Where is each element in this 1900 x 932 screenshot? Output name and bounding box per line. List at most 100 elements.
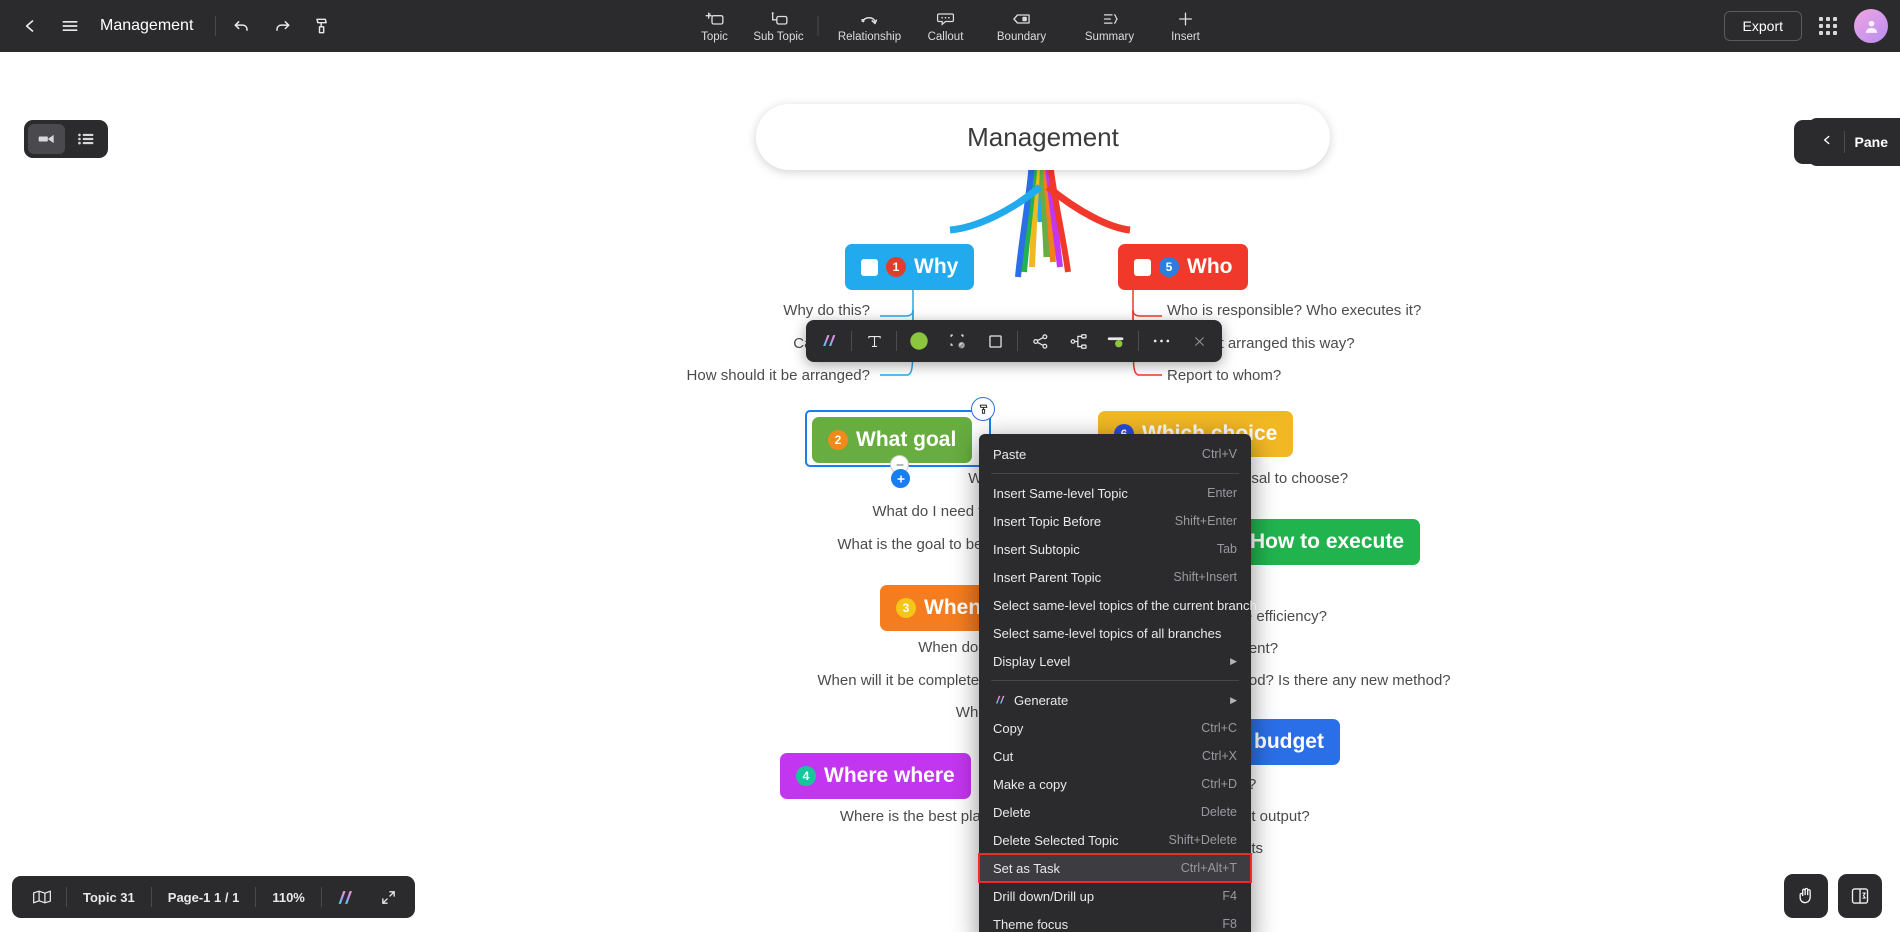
branch-node-label: Why [914,255,959,278]
checkbox[interactable] [1134,258,1151,276]
checkbox[interactable] [861,258,878,276]
tool-sub-topic[interactable]: Sub Topic [748,1,810,51]
leaf-node[interactable]: ethod? Is there any new method? [1228,672,1451,689]
menu-item-shortcut: Tab [1216,542,1237,556]
more-options-icon[interactable] [1142,322,1180,360]
menu-item-insert-subtopic[interactable]: Insert Subtopic Tab [979,535,1251,563]
close-icon[interactable] [1180,322,1218,360]
style-brush-handle[interactable] [971,397,995,421]
top-toolbar: Management Topic Sub Topic Relationship … [0,0,1900,52]
add-child-handle[interactable] [891,469,910,488]
tool-callout[interactable]: Callout [915,1,977,51]
document-title[interactable]: Management [100,17,193,35]
tool-label: Insert [1171,30,1200,43]
callout-icon [936,10,956,28]
chevron-right-icon: ▶ [1230,655,1237,666]
tool-relationship[interactable]: Relationship [827,1,913,51]
status-bar: Topic 31 Page-1 1 / 1 110% [12,876,415,918]
map-overview-icon[interactable] [18,889,66,905]
context-menu[interactable]: Paste Ctrl+V Insert Same-level Topic Ent… [978,434,1257,932]
ai-assistant-icon[interactable] [810,322,848,360]
menu-item-delete[interactable]: Delete Delete [979,798,1251,826]
fullscreen-icon[interactable] [368,889,409,906]
menu-item-insert-topic-before[interactable]: Insert Topic Before Shift+Enter [979,507,1251,535]
branch-node-where[interactable]: 4 Where where [780,753,971,799]
summary-icon [1100,10,1120,28]
leaf-node[interactable]: Why do this? [600,302,870,319]
branch-share-icon[interactable] [1021,322,1059,360]
branch-node-who[interactable]: 5 Who [1118,244,1249,290]
leaf-node[interactable]: Report to whom? [1167,367,1281,384]
menu-item-theme-focus[interactable]: Theme focus F8 [979,910,1251,932]
menu-item-label: Paste [993,446,1027,462]
menu-item-cut[interactable]: Cut Ctrl+X [979,742,1251,770]
tool-label: Boundary [996,30,1047,43]
menu-item-select-same-level-all-branches[interactable]: Select same-level topics of all branches [979,619,1251,647]
tool-topic[interactable]: Topic [684,1,746,51]
leaf-node[interactable]: Who is responsible? Who executes it? [1167,302,1421,319]
redo-icon[interactable] [262,6,302,46]
branch-node-how-to-execute[interactable]: How to execute [1234,519,1421,565]
fill-color-icon[interactable] [900,322,938,360]
branch-number-badge: 5 [1159,257,1179,277]
outline-view-icon[interactable] [67,124,104,154]
app-grid-icon[interactable] [1812,10,1844,42]
export-button[interactable]: Export [1723,11,1802,41]
menu-item-shortcut: Ctrl+D [1201,777,1237,791]
branch-node-why[interactable]: 1 Why [845,244,975,290]
menu-item-select-same-level-current-branch[interactable]: Select same-level topics of the current … [979,591,1257,619]
tool-summary[interactable]: Summary [1067,1,1153,51]
menu-item-label: Drill down/Drill up [993,888,1095,904]
menu-item-label: Insert Topic Before [993,513,1102,529]
mindmap-root-node[interactable]: Management [756,104,1330,170]
hamburger-menu-icon[interactable] [50,6,90,46]
zoom-level[interactable]: 110% [256,890,321,905]
border-icon[interactable] [976,322,1014,360]
menu-item-insert-same-level-topic[interactable]: Insert Same-level Topic Enter [979,479,1251,507]
menu-item-delete-selected-topic[interactable]: Delete Selected Topic Shift+Delete [979,826,1251,854]
avatar[interactable] [1854,9,1888,43]
tool-label: Topic [701,30,728,43]
structure-icon[interactable] [1059,322,1097,360]
menu-item-shortcut: F4 [1222,889,1237,903]
sub-topic-icon [769,10,789,28]
tool-boundary[interactable]: Boundary [979,1,1065,51]
menu-item-shortcut: Ctrl+X [1201,749,1237,763]
menu-item-generate[interactable]: Generate ▶ [979,686,1251,714]
hand-tool-icon[interactable] [1784,874,1828,918]
format-painter-icon[interactable] [302,6,342,46]
ai-assistant-icon[interactable] [322,889,368,906]
side-panel-tab[interactable]: Pane [1807,118,1900,166]
menu-item-set-as-task[interactable]: Set as Task Ctrl+Alt+T [978,853,1252,883]
menu-item-copy[interactable]: Copy Ctrl+C [979,714,1251,742]
shape-style-icon[interactable] [938,322,976,360]
formula-panel-icon[interactable] [1838,874,1882,918]
undo-icon[interactable] [222,6,262,46]
mindmap-view-icon[interactable] [28,124,65,154]
menu-item-paste[interactable]: Paste Ctrl+V [979,440,1251,468]
tool-insert[interactable]: Insert [1155,1,1217,51]
mindmap-canvas[interactable]: Management 1 Why Why do this? Can you do… [0,52,1900,932]
menu-item-label: Set as Task [993,860,1060,876]
leaf-node[interactable]: How should it be arranged? [600,367,870,384]
back-button[interactable] [10,6,50,46]
menu-item-display-level[interactable]: Display Level ▶ [979,647,1251,675]
page-indicator[interactable]: Page-1 1 / 1 [152,890,256,905]
text-format-icon[interactable] [855,322,893,360]
branch-node-budget[interactable]: budget [1238,719,1340,765]
line-style-icon[interactable] [1097,322,1135,360]
view-mode-toggle[interactable] [24,120,108,158]
menu-item-drill-down-up[interactable]: Drill down/Drill up F4 [979,882,1251,910]
branch-number-badge: 3 [896,598,916,618]
menu-item-shortcut: Ctrl+Alt+T [1180,861,1237,875]
menu-item-insert-parent-topic[interactable]: Insert Parent Topic Shift+Insert [979,563,1251,591]
topic-count[interactable]: Topic 31 [67,890,151,905]
tool-label: Callout [927,30,964,43]
chevron-left-icon[interactable] [1820,133,1834,152]
menu-item-make-a-copy[interactable]: Make a copy Ctrl+D [979,770,1251,798]
leaf-node[interactable]: osal to choose? [1243,470,1348,487]
floating-format-toolbar[interactable] [806,320,1222,362]
menu-item-shortcut: Shift+Delete [1168,833,1237,847]
branch-node-label: How to execute [1250,530,1405,553]
menu-item-label: Insert Parent Topic [993,569,1102,585]
